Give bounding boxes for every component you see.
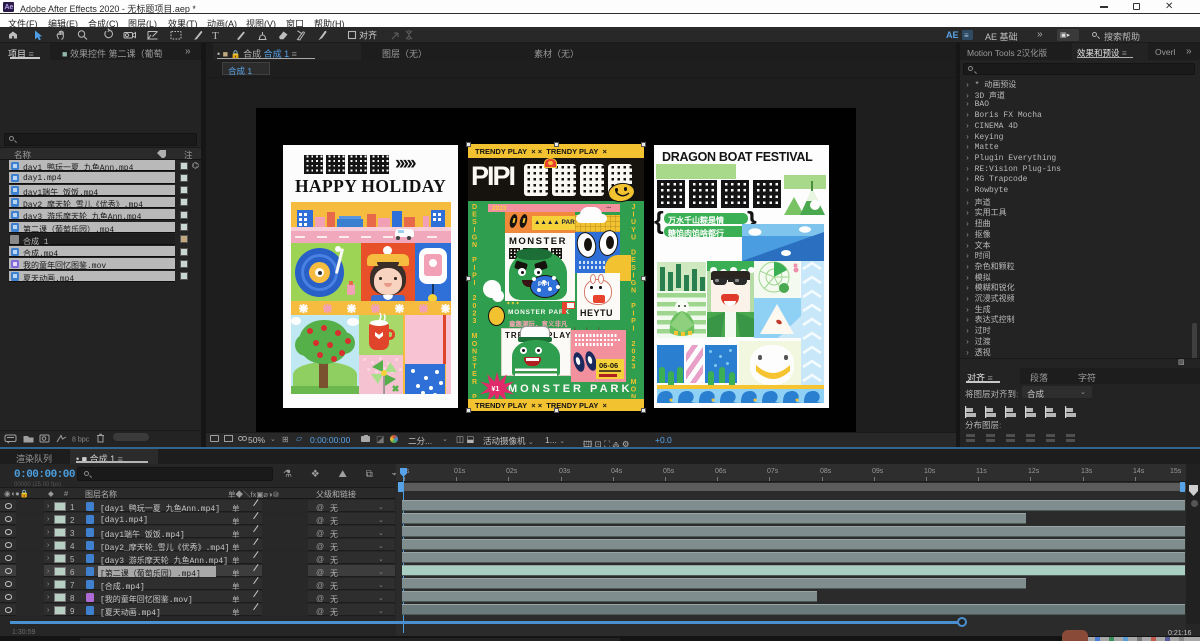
svg-text:8 bpc: 8 bpc [72,437,90,444]
svg-text:对齐: 对齐 [359,30,377,41]
svg-text:T: T [212,30,219,42]
svg-text:¥1: ¥1 [491,384,499,393]
